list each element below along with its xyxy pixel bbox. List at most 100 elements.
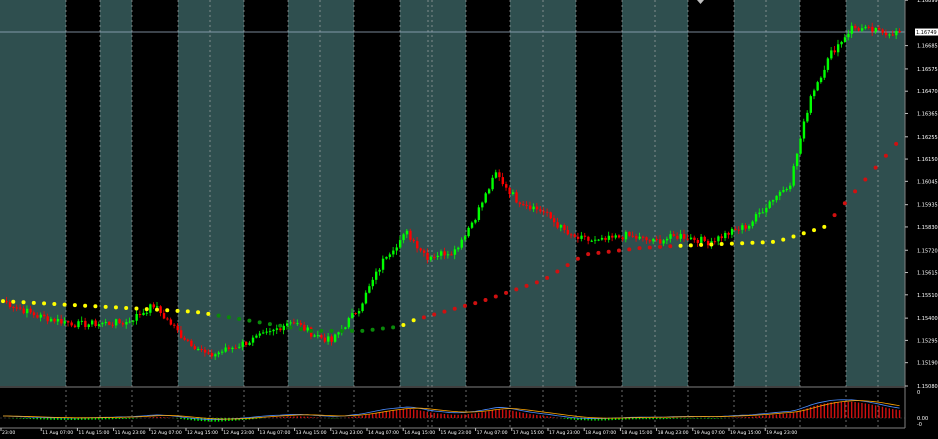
price-axis-bg [905,0,938,435]
candle-body [614,235,617,238]
candle-body [850,25,854,34]
candle-body [313,335,316,337]
ma-dot [555,269,560,274]
candle-body [617,235,621,238]
ma-dot [596,250,601,255]
candle-body [583,235,587,237]
candle-body [737,229,741,231]
candle-body [152,304,155,308]
candle-body [364,292,368,304]
candle-body [436,255,440,258]
candle-body [142,312,145,315]
ma-dot [760,240,765,245]
ma-dot [606,249,611,254]
ma-dot [770,239,775,244]
ma-dot [586,252,591,257]
ma-dot [93,304,98,309]
candle-body [272,329,275,332]
candle-body [15,307,19,309]
candle-body [789,185,792,190]
time-tick-label: 11 Aug 23:00 [115,430,146,435]
candle-body [659,239,662,244]
candle-body [203,349,207,353]
chart-canvas[interactable]: 1.16899 1.16685 1.16575 1.16470 1.16365 1.162… [0,0,938,436]
candle-body [162,313,166,319]
price-axis: 1.16899 1.16685 1.16575 1.16470 1.16365 1.162… [904,0,938,435]
ma-dot [421,315,426,320]
time-tick-label: 17 Aug 07:00 [477,430,508,435]
candle-body [734,228,737,230]
ma-dot [637,246,642,251]
ma-dot [688,243,693,248]
trading-chart[interactable]: 1.16899 1.16685 1.16575 1.16470 1.16365 1.162… [0,0,938,436]
candle-body [730,228,734,235]
candle-body [847,33,850,38]
candle-body [67,321,70,323]
ma-dot [42,301,47,306]
candle-body [751,221,754,226]
ma-dot [853,189,858,194]
candle-body [474,219,477,223]
ma-dot [514,287,519,292]
candle-body [333,334,337,342]
ma-dot [750,240,755,245]
ma-dot [257,320,262,325]
candle-body [631,235,635,237]
candle-body [43,314,46,317]
candle-body [686,238,689,240]
candle-body [854,25,857,29]
candle-body [450,254,453,256]
candle-body [532,206,535,210]
time-tick-label: 18 Aug 15:00 [621,430,652,435]
price-tick-label: 1.16255 [917,135,938,141]
candle-body [597,239,600,241]
candle-body [289,322,292,324]
candle-body [652,238,655,242]
candle-body [703,236,706,241]
candle-body [508,187,511,195]
candle-body [552,218,556,223]
candle-body [696,239,700,243]
ma-dot [873,165,878,170]
candle-body [135,313,138,321]
candle-body [56,318,60,322]
candle-body [169,319,173,325]
current-price-label: 1.16749 [916,30,937,36]
candle-body [535,206,539,210]
candle-body [49,318,53,322]
time-tick-label: 14 Aug 15:00 [404,430,435,435]
ma-dot [791,234,796,239]
candle-body [813,90,816,97]
candle-body [689,237,693,240]
candle-body [775,195,778,201]
candle-body [368,286,371,293]
candle-body [806,112,809,122]
candle-body [159,306,162,314]
ma-dot [196,310,201,315]
candle-body [505,184,508,188]
ma-dot [144,307,149,312]
price-tick-label: 1.16685 [917,44,938,50]
candle-body [8,302,12,307]
candle-body [36,315,39,318]
ma-dot [401,323,406,328]
ma-dot [237,316,242,321]
candle-body [573,234,576,237]
ma-dot [411,318,416,323]
price-tick-label: 1.16470 [917,89,938,95]
candle-body [463,236,467,240]
candle-body [522,204,525,206]
candle-body [566,229,570,235]
price-tick-label: 1.16150 [917,157,938,163]
price-tick-label: 1.16045 [917,179,938,185]
session-band [0,0,66,386]
candle-body [717,236,720,242]
candle-body [292,322,296,324]
candle-body [457,247,460,250]
candle-body [590,240,593,242]
ma-dot [134,306,139,311]
candle-body [481,202,484,208]
candle-body [265,331,268,333]
candle-body [433,256,436,258]
candle-body [412,239,416,242]
